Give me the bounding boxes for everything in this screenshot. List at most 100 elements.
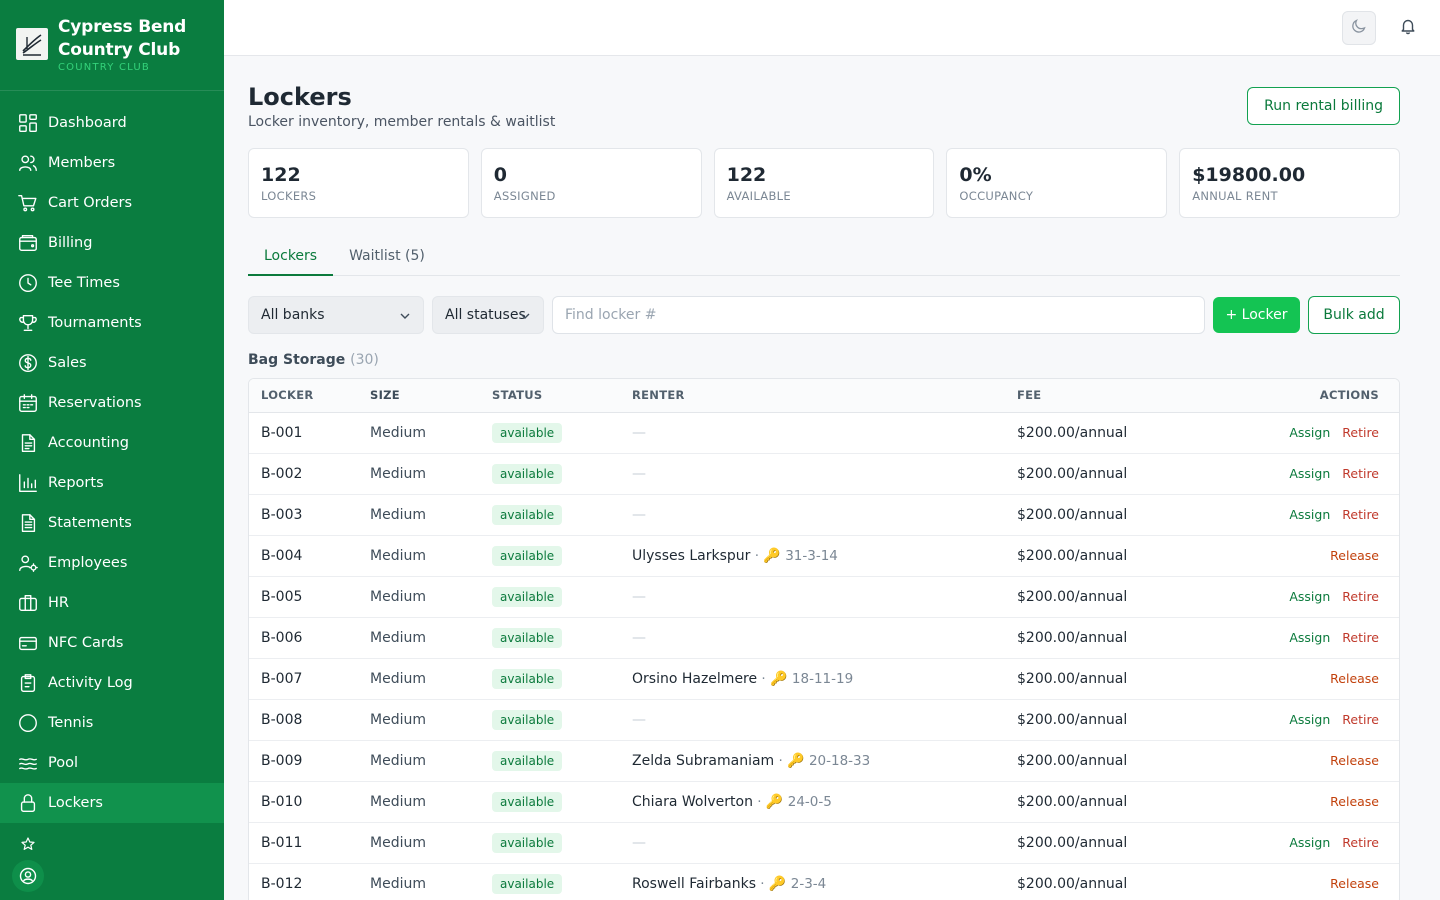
sidebar-item-lockers[interactable]: Lockers <box>0 783 224 823</box>
sidebar-item-label: Tournaments <box>48 315 142 331</box>
renter-cell: Ulysses Larkspur · 🔑 31-3-14 <box>620 535 1005 577</box>
tab-lockers[interactable]: Lockers <box>248 238 334 276</box>
retire-action-link[interactable]: Retire <box>1342 835 1379 850</box>
group-name: Bag Storage <box>248 352 346 368</box>
sidebar-item-tennis[interactable]: Tennis <box>0 703 224 743</box>
locker-number: B-007 <box>249 658 358 700</box>
tab-waitlist[interactable]: Waitlist (5) <box>333 238 441 276</box>
renter-name[interactable]: Chiara Wolverton <box>632 794 753 810</box>
sidebar-item-reports[interactable]: Reports <box>0 463 224 503</box>
renter-name[interactable]: Orsino Hazelmere <box>632 671 757 687</box>
sidebar-item-pool[interactable]: Pool <box>0 743 224 783</box>
stat-label: LOCKERS <box>261 189 317 203</box>
run-rental-billing-button[interactable]: Run rental billing <box>1247 87 1400 125</box>
favorites-star-icon[interactable] <box>18 834 38 854</box>
sidebar-item-nfc-cards[interactable]: NFC Cards <box>0 623 224 663</box>
sidebar-item-billing[interactable]: Billing <box>0 223 224 263</box>
empty-renter-dash: — <box>632 711 646 728</box>
actions-cell: Release <box>1225 863 1399 900</box>
sidebar-item-label: Tennis <box>48 715 94 731</box>
table-row[interactable]: B-001 Medium available — $200.00/annual Assig… <box>249 412 1399 454</box>
retire-action-link[interactable]: Retire <box>1342 425 1379 440</box>
sidebar-item-members[interactable]: Members <box>0 143 224 183</box>
stat-card-lockers: 122 LOCKERS <box>248 148 469 218</box>
table-row[interactable]: B-004 Medium available Ulysses Larkspur · 🔑… <box>249 535 1399 577</box>
bulk-add-button[interactable]: Bulk add <box>1308 296 1400 334</box>
column-header-size[interactable]: SIZE <box>358 379 480 413</box>
stat-value: 0% <box>959 164 992 186</box>
renter-cell: Zelda Subramaniam · 🔑 20-18-33 <box>620 740 1005 782</box>
sidebar-item-activity-log[interactable]: Activity Log <box>0 663 224 703</box>
assign-action-link[interactable]: Assign <box>1289 835 1330 850</box>
table-row[interactable]: B-003 Medium available — $200.00/annual Assig… <box>249 494 1399 536</box>
locker-search-input[interactable] <box>552 296 1205 334</box>
release-action-link[interactable]: Release <box>1330 753 1379 768</box>
brand[interactable]: Cypress Bend Country Club COUNTRY CLUB <box>0 0 224 91</box>
notifications-button[interactable] <box>1394 14 1422 42</box>
status-select[interactable]: All statuses <box>432 296 544 334</box>
sidebar-item-dashboard[interactable]: Dashboard <box>0 103 224 143</box>
moon-icon <box>1351 18 1367 38</box>
assign-action-link[interactable]: Assign <box>1289 425 1330 440</box>
bank-select-value: All banks <box>261 307 325 323</box>
sidebar-item-cart-orders[interactable]: Cart Orders <box>0 183 224 223</box>
user-avatar-icon[interactable] <box>12 860 44 892</box>
separator-dot: · <box>757 670 770 687</box>
sidebar-item-statements[interactable]: Statements <box>0 503 224 543</box>
sidebar-item-tournaments[interactable]: Tournaments <box>0 303 224 343</box>
release-action-link[interactable]: Release <box>1330 794 1379 809</box>
table-row[interactable]: B-009 Medium available Zelda Subramaniam · … <box>249 740 1399 782</box>
release-action-link[interactable]: Release <box>1330 548 1379 563</box>
bank-select[interactable]: All banks <box>248 296 424 334</box>
sidebar-item-sales[interactable]: Sales <box>0 343 224 383</box>
sidebar-item-label: Pool <box>48 755 78 771</box>
status-badge: available <box>492 504 563 525</box>
retire-action-link[interactable]: Retire <box>1342 630 1379 645</box>
table-row[interactable]: B-006 Medium available — $200.00/annual Assig… <box>249 617 1399 659</box>
column-header-locker[interactable]: LOCKER <box>249 379 358 413</box>
release-action-link[interactable]: Release <box>1330 876 1379 891</box>
table-row[interactable]: B-011 Medium available — $200.00/annual Assig… <box>249 822 1399 864</box>
retire-action-link[interactable]: Retire <box>1342 466 1379 481</box>
table-row[interactable]: B-002 Medium available — $200.00/annual Assig… <box>249 453 1399 495</box>
assign-action-link[interactable]: Assign <box>1289 507 1330 522</box>
sidebar-item-employees[interactable]: Employees <box>0 543 224 583</box>
dark-mode-toggle[interactable] <box>1342 11 1376 45</box>
assign-action-link[interactable]: Assign <box>1289 712 1330 727</box>
locker-number: B-005 <box>249 576 358 618</box>
release-action-link[interactable]: Release <box>1330 671 1379 686</box>
add-locker-button[interactable]: + Locker <box>1213 297 1300 333</box>
column-header-fee[interactable]: FEE <box>1005 379 1225 413</box>
empty-renter-dash: — <box>632 629 646 646</box>
assign-action-link[interactable]: Assign <box>1289 466 1330 481</box>
renter-name[interactable]: Ulysses Larkspur <box>632 548 750 564</box>
table-row[interactable]: B-008 Medium available — $200.00/annual Assig… <box>249 699 1399 741</box>
sidebar-item-hr[interactable]: HR <box>0 583 224 623</box>
assign-action-link[interactable]: Assign <box>1289 630 1330 645</box>
renter-name[interactable]: Zelda Subramaniam <box>632 753 774 769</box>
retire-action-link[interactable]: Retire <box>1342 589 1379 604</box>
sidebar-item-accounting[interactable]: Accounting <box>0 423 224 463</box>
column-header-status[interactable]: STATUS <box>480 379 620 413</box>
table-row[interactable]: B-012 Medium available Roswell Fairbanks · … <box>249 863 1399 900</box>
table-header-row: LOCKER SIZE STATUS RENTER FEE ACTIONS <box>249 379 1399 413</box>
retire-action-link[interactable]: Retire <box>1342 507 1379 522</box>
status-cell: available <box>480 576 620 618</box>
renter-cell: — <box>620 576 1005 618</box>
table-row[interactable]: B-010 Medium available Chiara Wolverton · 🔑… <box>249 781 1399 823</box>
column-header-renter[interactable]: RENTER <box>620 379 1005 413</box>
renter-cell: — <box>620 494 1005 536</box>
fee-cell: $200.00/annual <box>1005 699 1225 741</box>
locker-size: Medium <box>358 863 480 900</box>
sidebar-item-label: Tee Times <box>48 275 120 291</box>
assign-action-link[interactable]: Assign <box>1289 589 1330 604</box>
column-header-actions: ACTIONS <box>1225 379 1399 413</box>
renter-name[interactable]: Roswell Fairbanks <box>632 876 756 892</box>
sidebar-item-reservations[interactable]: Reservations <box>0 383 224 423</box>
retire-action-link[interactable]: Retire <box>1342 712 1379 727</box>
stats-row: 122 LOCKERS 0 ASSIGNED 122 AVAILABLE 0% … <box>248 148 1400 218</box>
locker-size: Medium <box>358 412 480 454</box>
sidebar-item-tee-times[interactable]: Tee Times <box>0 263 224 303</box>
table-row[interactable]: B-005 Medium available — $200.00/annual Assig… <box>249 576 1399 618</box>
table-row[interactable]: B-007 Medium available Orsino Hazelmere · 🔑… <box>249 658 1399 700</box>
